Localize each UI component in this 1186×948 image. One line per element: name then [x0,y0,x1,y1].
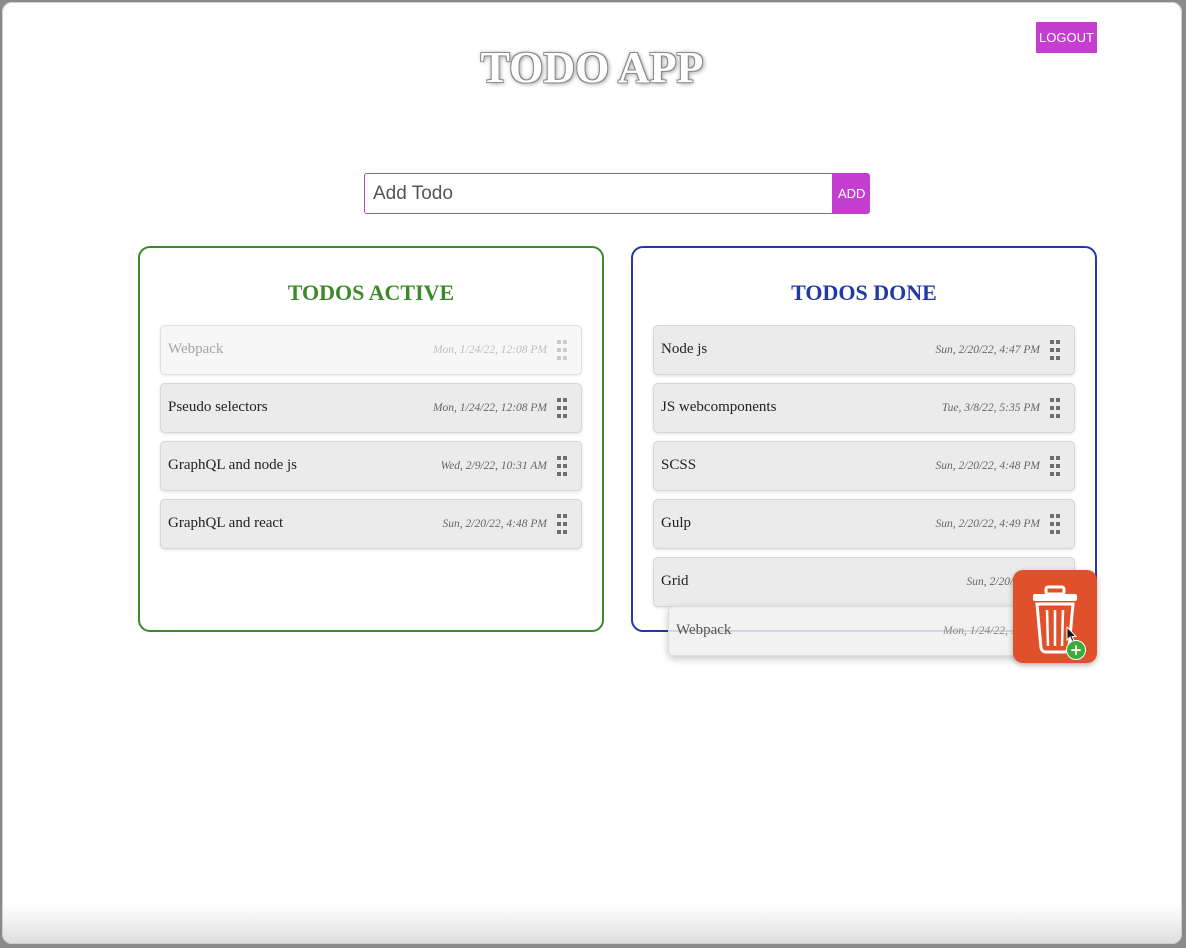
drag-handle-icon[interactable] [557,397,567,419]
todo-title: Webpack [168,341,224,357]
todos-done-title: TODOS DONE [791,280,937,305]
todo-item-ghost[interactable]: Webpack Mon, 1/24/22, 12:08 PM [160,325,582,375]
todos-active-panel[interactable]: TODOS ACTIVE Webpack Mon, 1/24/22, 12:08… [138,246,604,632]
todo-title: Gulp [661,515,691,531]
todo-title: JS webcomponents [661,399,777,415]
page-title: TODO APP [480,43,704,92]
drag-handle-icon[interactable] [557,339,567,361]
todo-item[interactable]: Grid Sun, 2/20/22, 4: [653,557,1075,607]
plus-badge-icon: + [1066,640,1086,660]
drag-handle-icon[interactable] [1050,397,1060,419]
add-button[interactable]: ADD [832,173,870,214]
app-window: LOGOUT TODO APP ADD TODOS ACTIVE Webpack… [2,2,1182,944]
drag-handle-icon[interactable] [1050,339,1060,361]
todos-active-title: TODOS ACTIVE [287,280,455,305]
todo-title: SCSS [661,457,697,473]
drag-preview-title: Webpack [676,622,732,638]
todo-item[interactable]: GraphQL and react Sun, 2/20/22, 4:48 PM [160,499,582,549]
add-todo-form: ADD [364,173,870,214]
drag-handle-icon[interactable] [557,513,567,535]
todo-title: Grid [661,573,689,589]
todo-date: Tue, 3/8/22, 5:35 PM [941,402,1040,414]
todo-item[interactable]: Node js Sun, 2/20/22, 4:47 PM [653,325,1075,375]
todo-date: Sun, 2/20/22, 4:49 PM [935,518,1040,530]
todo-title: Node js [661,341,708,357]
todo-date: Sun, 2/20/22, 4:47 PM [935,344,1040,356]
todo-date: Sun, 2/20/22, 4:48 PM [935,460,1040,472]
drag-handle-icon[interactable] [1050,455,1060,477]
todo-date: Sun, 2/20/22, 4:48 PM [442,518,547,530]
todo-title: GraphQL and react [168,515,284,531]
todo-date: Mon, 1/24/22, 12:08 PM [432,402,547,414]
todo-date: Mon, 1/24/22, 12:08 PM [432,344,547,356]
window-bottom-shadow [2,904,1182,944]
todo-title: GraphQL and node js [168,457,297,473]
todo-item[interactable]: Pseudo selectors Mon, 1/24/22, 12:08 PM [160,383,582,433]
todo-item[interactable]: JS webcomponents Tue, 3/8/22, 5:35 PM [653,383,1075,433]
todo-item[interactable]: SCSS Sun, 2/20/22, 4:48 PM [653,441,1075,491]
add-todo-input[interactable] [364,173,832,214]
todo-item[interactable]: GraphQL and node js Wed, 2/9/22, 10:31 A… [160,441,582,491]
todo-title: Pseudo selectors [168,399,268,415]
drag-handle-icon[interactable] [557,455,567,477]
todo-item[interactable]: Gulp Sun, 2/20/22, 4:49 PM [653,499,1075,549]
todo-date: Wed, 2/9/22, 10:31 AM [440,460,547,472]
drag-handle-icon[interactable] [1050,513,1060,535]
